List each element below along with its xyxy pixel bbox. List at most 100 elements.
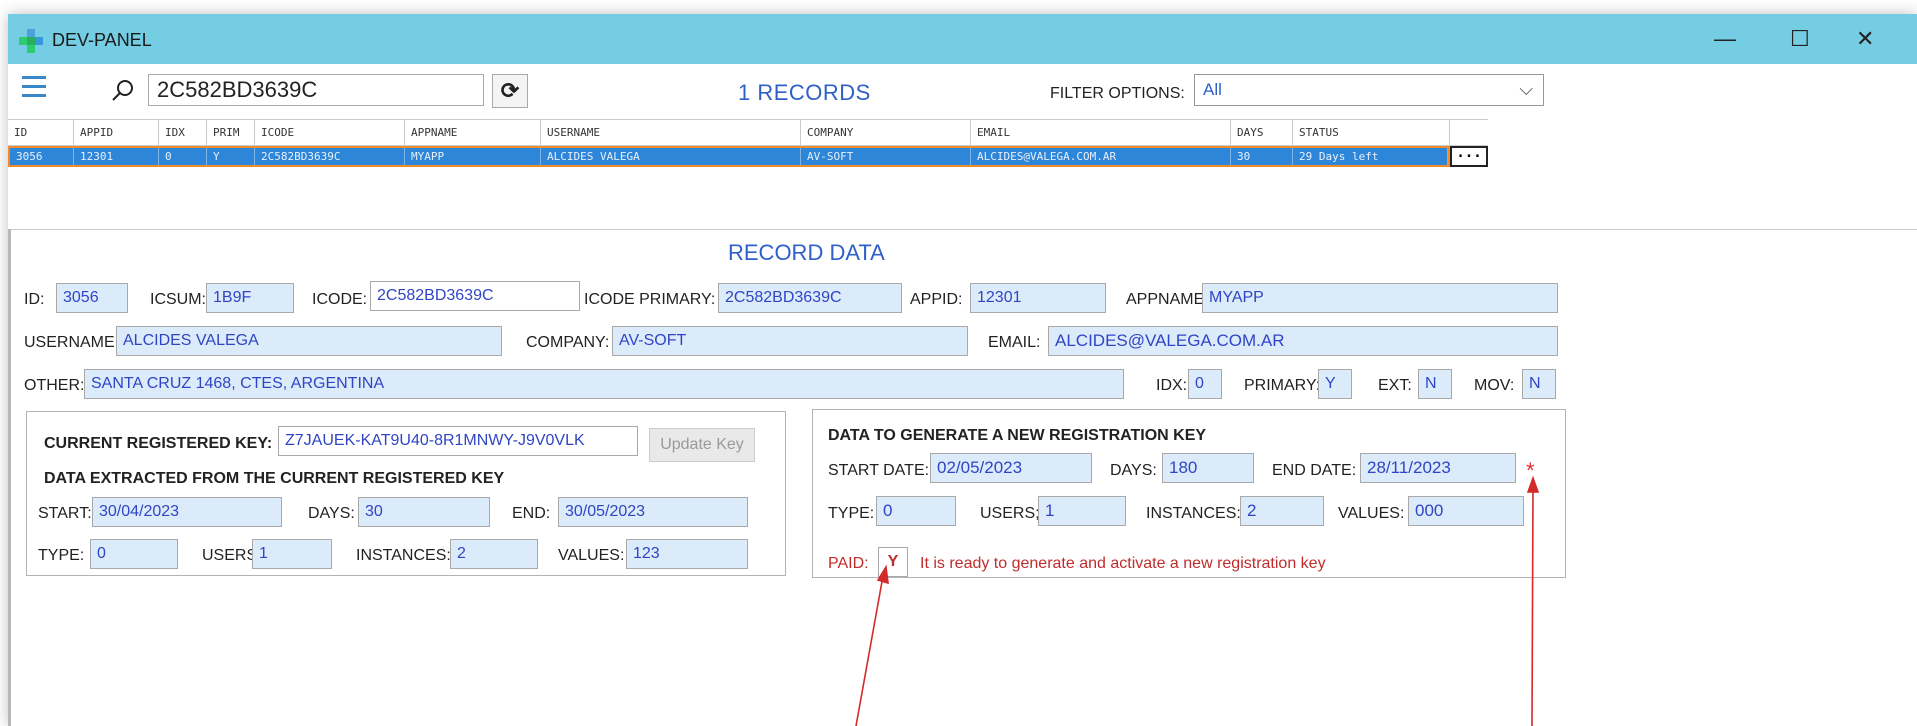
new-end-date-field[interactable]: 28/11/2023 bbox=[1360, 453, 1516, 483]
cell-email: ALCIDES@VALEGA.COM.AR bbox=[971, 148, 1231, 165]
primary-field[interactable]: Y bbox=[1318, 369, 1352, 399]
username-label: USERNAME: bbox=[24, 334, 120, 351]
days-label: DAYS: bbox=[1110, 462, 1157, 479]
current-instances-field[interactable]: 2 bbox=[450, 539, 538, 569]
records-grid: ID APPID IDX PRIM ICODE APPNAME USERNAME… bbox=[8, 119, 1917, 229]
end-label: END: bbox=[512, 505, 551, 522]
annotation-arrow bbox=[855, 564, 889, 726]
icode-primary-field[interactable]: 2C582BD3639C bbox=[718, 283, 902, 313]
app-logo-icon bbox=[19, 29, 43, 53]
id-field[interactable]: 3056 bbox=[56, 283, 128, 313]
type-label: TYPE: bbox=[828, 505, 875, 522]
icsum-label: ICSUM: bbox=[150, 291, 206, 308]
cell-company: AV-SOFT bbox=[801, 148, 971, 165]
current-days-field[interactable]: 30 bbox=[358, 497, 490, 527]
extracted-data-title: DATA EXTRACTED FROM THE CURRENT REGISTER… bbox=[44, 470, 505, 487]
grid-header: ID APPID IDX PRIM ICODE APPNAME USERNAME… bbox=[8, 119, 1488, 146]
column-header[interactable]: DAYS bbox=[1231, 120, 1293, 145]
minimize-button[interactable]: — bbox=[1714, 26, 1736, 52]
mov-label: MOV: bbox=[1474, 377, 1515, 394]
new-type-field[interactable]: 0 bbox=[876, 496, 956, 526]
current-type-field[interactable]: 0 bbox=[90, 539, 178, 569]
hamburger-menu-icon[interactable] bbox=[22, 76, 46, 98]
cell-prim: Y bbox=[207, 148, 255, 165]
divider bbox=[8, 229, 1917, 230]
new-days-field[interactable]: 180 bbox=[1162, 453, 1254, 483]
new-values-field[interactable]: 000 bbox=[1408, 496, 1524, 526]
cell-id: 3056 bbox=[10, 148, 74, 165]
column-header[interactable]: APPNAME bbox=[405, 120, 541, 145]
company-field[interactable]: AV-SOFT bbox=[612, 326, 968, 356]
new-users-field[interactable]: 1 bbox=[1038, 496, 1126, 526]
ready-message: It is ready to generate and activate a n… bbox=[920, 555, 1326, 572]
idx-label: IDX: bbox=[1156, 377, 1188, 394]
current-users-field[interactable]: 1 bbox=[252, 539, 332, 569]
paid-field[interactable]: Y bbox=[878, 547, 908, 577]
column-header[interactable]: IDX bbox=[159, 120, 207, 145]
required-asterisk: * bbox=[1526, 458, 1535, 483]
window-title: DEV-PANEL bbox=[52, 30, 152, 50]
appid-label: APPID: bbox=[910, 291, 963, 308]
values-label: VALUES: bbox=[558, 547, 625, 564]
column-header[interactable]: APPID bbox=[74, 120, 159, 145]
start-date-label: START DATE: bbox=[828, 462, 930, 479]
other-label: OTHER: bbox=[24, 377, 85, 394]
icsum-field[interactable]: 1B9F bbox=[206, 283, 294, 313]
primary-label: PRIMARY: bbox=[1244, 377, 1321, 394]
divider bbox=[8, 229, 11, 726]
refresh-icon: ⟳ bbox=[500, 78, 520, 103]
column-header[interactable]: COMPANY bbox=[801, 120, 971, 145]
values-label: VALUES: bbox=[1338, 505, 1405, 522]
cell-idx: 0 bbox=[159, 148, 207, 165]
icode-primary-label: ICODE PRIMARY: bbox=[584, 291, 716, 308]
update-key-button[interactable]: Update Key bbox=[649, 428, 755, 462]
instances-label: INSTANCES: bbox=[356, 547, 451, 564]
other-field[interactable]: SANTA CRUZ 1468, CTES, ARGENTINA bbox=[84, 369, 1124, 399]
new-instances-field[interactable]: 2 bbox=[1240, 496, 1324, 526]
start-label: START: bbox=[38, 505, 92, 522]
cell-days: 30 bbox=[1231, 148, 1293, 165]
table-row[interactable]: 3056 12301 0 Y 2C582BD3639C MYAPP ALCIDE… bbox=[8, 146, 1450, 167]
column-header[interactable]: STATUS bbox=[1293, 120, 1450, 145]
current-values-field[interactable]: 123 bbox=[626, 539, 748, 569]
row-details-button[interactable]: ... bbox=[1450, 146, 1488, 167]
maximize-button[interactable]: ☐ bbox=[1790, 26, 1810, 52]
icode-label: ICODE: bbox=[312, 291, 368, 308]
appid-field[interactable]: 12301 bbox=[970, 283, 1106, 313]
filter-options-select[interactable]: All ⌵ bbox=[1194, 74, 1544, 106]
email-field[interactable]: ALCIDES@VALEGA.COM.AR bbox=[1048, 326, 1558, 356]
appname-label: APPNAME: bbox=[1126, 291, 1209, 308]
toolbar: ⟳ 1 RECORDS FILTER OPTIONS: All ⌵ bbox=[8, 64, 1917, 119]
company-label: COMPANY: bbox=[526, 334, 610, 351]
search-input[interactable] bbox=[148, 74, 484, 106]
current-start-field[interactable]: 30/04/2023 bbox=[92, 497, 282, 527]
appname-field[interactable]: MYAPP bbox=[1202, 283, 1558, 313]
cell-appname: MYAPP bbox=[405, 148, 541, 165]
search-icon bbox=[112, 80, 133, 101]
mov-field[interactable]: N bbox=[1522, 369, 1556, 399]
idx-field[interactable]: 0 bbox=[1188, 369, 1222, 399]
current-end-field[interactable]: 30/05/2023 bbox=[558, 497, 748, 527]
ext-field[interactable]: N bbox=[1418, 369, 1452, 399]
column-header[interactable]: USERNAME bbox=[541, 120, 801, 145]
column-header[interactable]: EMAIL bbox=[971, 120, 1231, 145]
filter-options-label: FILTER OPTIONS: bbox=[1050, 85, 1185, 102]
title-bar: DEV-PANEL — ☐ ✕ bbox=[8, 14, 1917, 64]
record-data-title: RECORD DATA bbox=[728, 240, 885, 265]
column-header[interactable]: ID bbox=[8, 120, 74, 145]
records-count: 1 RECORDS bbox=[738, 80, 871, 105]
column-header[interactable]: PRIM bbox=[207, 120, 255, 145]
column-header[interactable]: ICODE bbox=[255, 120, 405, 145]
end-date-label: END DATE: bbox=[1272, 462, 1357, 479]
username-field[interactable]: ALCIDES VALEGA bbox=[116, 326, 502, 356]
refresh-button[interactable]: ⟳ bbox=[492, 74, 528, 108]
close-button[interactable]: ✕ bbox=[1856, 26, 1874, 52]
icode-field[interactable]: 2C582BD3639C bbox=[370, 281, 580, 311]
cell-icode: 2C582BD3639C bbox=[255, 148, 405, 165]
instances-label: INSTANCES: bbox=[1146, 505, 1241, 522]
users-label: USERS; bbox=[980, 505, 1040, 522]
current-key-label: CURRENT REGISTERED KEY: bbox=[44, 435, 273, 452]
current-key-field[interactable]: Z7JAUEK-KAT9U40-8R1MNWY-J9V0VLK bbox=[278, 426, 638, 456]
days-label: DAYS: bbox=[308, 505, 355, 522]
new-start-date-field[interactable]: 02/05/2023 bbox=[930, 453, 1092, 483]
